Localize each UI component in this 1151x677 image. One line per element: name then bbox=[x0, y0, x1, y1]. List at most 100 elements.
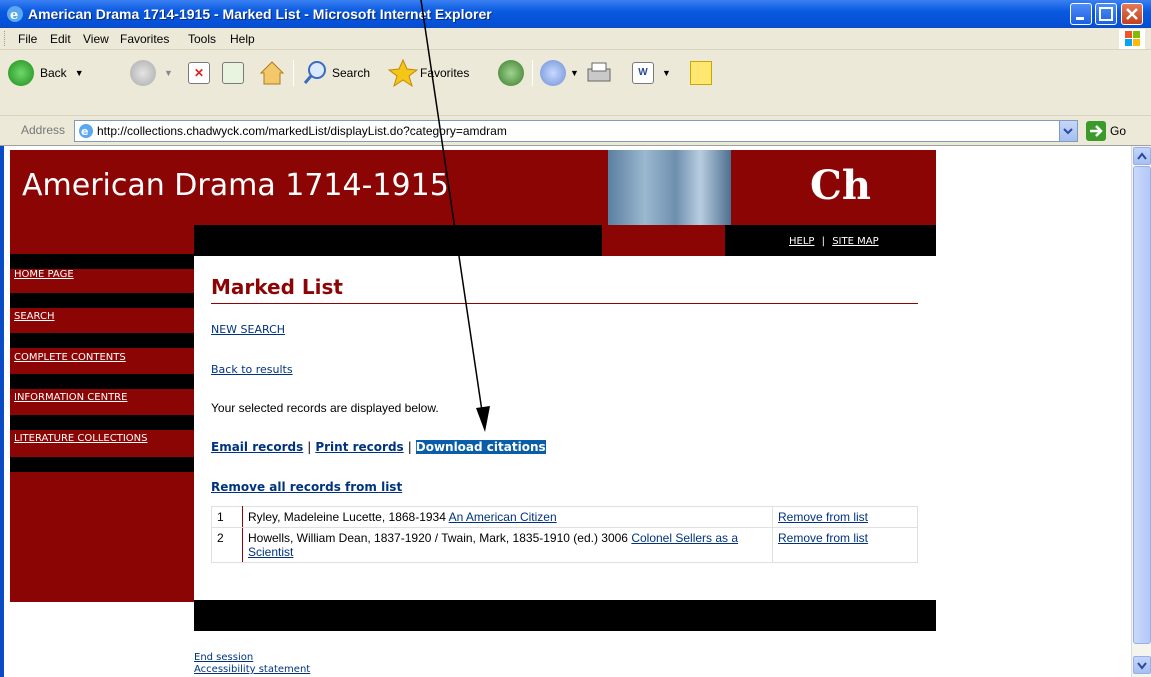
remove-from-list-link[interactable]: Remove from list bbox=[778, 531, 868, 545]
menu-view[interactable]: View bbox=[83, 32, 109, 46]
note-icon bbox=[690, 61, 712, 85]
address-dropdown-button[interactable] bbox=[1059, 121, 1077, 141]
sidebar-item-information-centre[interactable]: INFORMATION CENTRE bbox=[14, 392, 127, 403]
record-author: Howells, William Dean, 1837-1920 / Twain… bbox=[248, 531, 628, 545]
go-label: Go bbox=[1110, 124, 1127, 138]
site-map-link[interactable]: SITE MAP bbox=[832, 236, 878, 247]
table-row: 2 Howells, William Dean, 1837-1920 / Twa… bbox=[211, 527, 918, 563]
menu-tools[interactable]: Tools bbox=[188, 32, 216, 46]
home-button[interactable] bbox=[258, 57, 286, 89]
sidebar-divider bbox=[10, 333, 194, 348]
edit-button[interactable]: W ▼ bbox=[632, 57, 671, 89]
action-separator: | bbox=[307, 440, 312, 454]
close-button[interactable] bbox=[1121, 3, 1143, 25]
sidebar-item-home-page[interactable]: HOME PAGE bbox=[14, 269, 74, 280]
site-header: American Drama 1714-1915 Ch bbox=[10, 150, 936, 225]
go-button[interactable]: Go bbox=[1086, 120, 1126, 142]
site-title: American Drama 1714-1915 bbox=[22, 168, 449, 203]
chevron-down-icon[interactable]: ▼ bbox=[570, 68, 579, 78]
messenger-button[interactable] bbox=[690, 57, 712, 89]
toolbar-separator bbox=[532, 60, 533, 86]
remove-cell: Remove from list bbox=[772, 506, 918, 528]
utility-links: HELP | SITE MAP bbox=[789, 236, 879, 247]
records-table: 1 Ryley, Madeleine Lucette, 1868-1934 An… bbox=[211, 506, 918, 563]
help-link[interactable]: HELP bbox=[789, 236, 814, 247]
record-number: 1 bbox=[211, 506, 243, 528]
sidebar-item-literature-collections[interactable]: LITERATURE COLLECTIONS bbox=[14, 433, 147, 444]
sidebar: HOME PAGE SEARCH COMPLETE CONTENTS INFOR… bbox=[10, 225, 194, 602]
scroll-thumb[interactable] bbox=[1133, 166, 1151, 644]
printer-icon bbox=[587, 62, 611, 82]
stop-button[interactable]: ✕ bbox=[188, 57, 210, 89]
new-search-link[interactable]: NEW SEARCH bbox=[211, 323, 285, 336]
menu-edit[interactable]: Edit bbox=[50, 32, 71, 46]
accessibility-statement-link[interactable]: Accessibility statement bbox=[194, 664, 310, 675]
record-actions: Email records | Print records | Download cit… bbox=[211, 440, 546, 454]
remove-all-records-link[interactable]: Remove all records from list bbox=[211, 480, 402, 494]
header-portrait-image bbox=[608, 150, 731, 225]
record-title-link[interactable]: An American Citizen bbox=[449, 510, 557, 524]
email-records-link[interactable]: Email records bbox=[211, 440, 303, 454]
forward-button[interactable]: ▼ bbox=[130, 57, 173, 89]
chevron-down-icon[interactable]: ▼ bbox=[662, 68, 671, 78]
favorites-button[interactable]: Favorites bbox=[388, 57, 469, 89]
scroll-up-button[interactable] bbox=[1133, 147, 1151, 165]
sidebar-divider bbox=[10, 293, 194, 308]
address-field[interactable]: e http://collections.chadwyck.com/marked… bbox=[74, 120, 1078, 142]
print-records-link[interactable]: Print records bbox=[315, 440, 403, 454]
sidebar-divider bbox=[10, 254, 194, 269]
window-title: American Drama 1714-1915 - Marked List -… bbox=[28, 6, 492, 22]
history-icon bbox=[498, 60, 524, 86]
back-to-results-link[interactable]: Back to results bbox=[211, 363, 293, 376]
forward-arrow-icon bbox=[130, 60, 156, 86]
sidebar-item-search[interactable]: SEARCH bbox=[14, 311, 54, 322]
page-viewport: American Drama 1714-1915 Ch HELP | SITE … bbox=[0, 146, 1131, 677]
menu-favorites[interactable]: Favorites bbox=[120, 32, 169, 46]
chadwyck-logo: Ch bbox=[810, 162, 871, 209]
sidebar-item-complete-contents[interactable]: COMPLETE CONTENTS bbox=[14, 352, 126, 363]
remove-from-list-link[interactable]: Remove from list bbox=[778, 510, 868, 524]
refresh-button[interactable] bbox=[222, 57, 244, 89]
mail-icon bbox=[540, 60, 566, 86]
end-session-link[interactable]: End session bbox=[194, 652, 253, 663]
title-divider bbox=[211, 303, 918, 304]
search-button[interactable]: Search bbox=[302, 57, 370, 89]
search-icon bbox=[303, 61, 326, 84]
menu-bar: File Edit View Favorites Tools Help bbox=[0, 28, 1151, 50]
address-url[interactable]: http://collections.chadwyck.com/markedLi… bbox=[97, 124, 507, 138]
back-arrow-icon bbox=[8, 60, 34, 86]
sidebar-divider bbox=[10, 415, 194, 430]
record-citation: Howells, William Dean, 1837-1920 / Twain… bbox=[242, 527, 773, 563]
mail-button[interactable]: ▼ bbox=[540, 57, 579, 89]
search-label: Search bbox=[332, 66, 371, 80]
maximize-button[interactable] bbox=[1095, 3, 1117, 25]
sidebar-divider bbox=[10, 374, 194, 389]
windows-logo-icon bbox=[1119, 29, 1145, 49]
menu-file[interactable]: File bbox=[18, 32, 37, 46]
history-button[interactable] bbox=[498, 57, 524, 89]
go-arrow-icon bbox=[1086, 121, 1106, 141]
stop-icon: ✕ bbox=[188, 62, 210, 84]
record-number: 2 bbox=[211, 527, 243, 563]
toolbar-separator bbox=[293, 60, 294, 86]
minimize-button[interactable] bbox=[1070, 3, 1092, 25]
toolbar: Back ▼ ▼ ✕ Search Favorites ▼ W ▼ bbox=[0, 50, 1151, 116]
favorites-label: Favorites bbox=[420, 66, 470, 80]
record-author: Ryley, Madeleine Lucette, 1868-1934 bbox=[248, 510, 446, 524]
menu-help[interactable]: Help bbox=[230, 32, 255, 46]
table-row: 1 Ryley, Madeleine Lucette, 1868-1934 An… bbox=[211, 506, 918, 528]
scroll-down-button[interactable] bbox=[1133, 656, 1151, 674]
intro-text: Your selected records are displayed belo… bbox=[211, 401, 439, 415]
star-icon bbox=[388, 58, 418, 88]
download-citations-link[interactable]: Download citations bbox=[415, 440, 546, 454]
vertical-scrollbar[interactable] bbox=[1131, 146, 1151, 677]
svg-text:e: e bbox=[81, 125, 88, 138]
chevron-down-icon[interactable]: ▼ bbox=[164, 68, 173, 78]
utility-separator: | bbox=[821, 236, 826, 247]
sidebar-divider bbox=[10, 457, 194, 472]
print-button[interactable] bbox=[585, 57, 613, 89]
chevron-down-icon[interactable]: ▼ bbox=[75, 68, 84, 78]
window-title-bar: e American Drama 1714-1915 - Marked List… bbox=[0, 0, 1151, 28]
home-icon bbox=[259, 61, 285, 85]
back-button[interactable]: Back ▼ bbox=[8, 57, 84, 89]
